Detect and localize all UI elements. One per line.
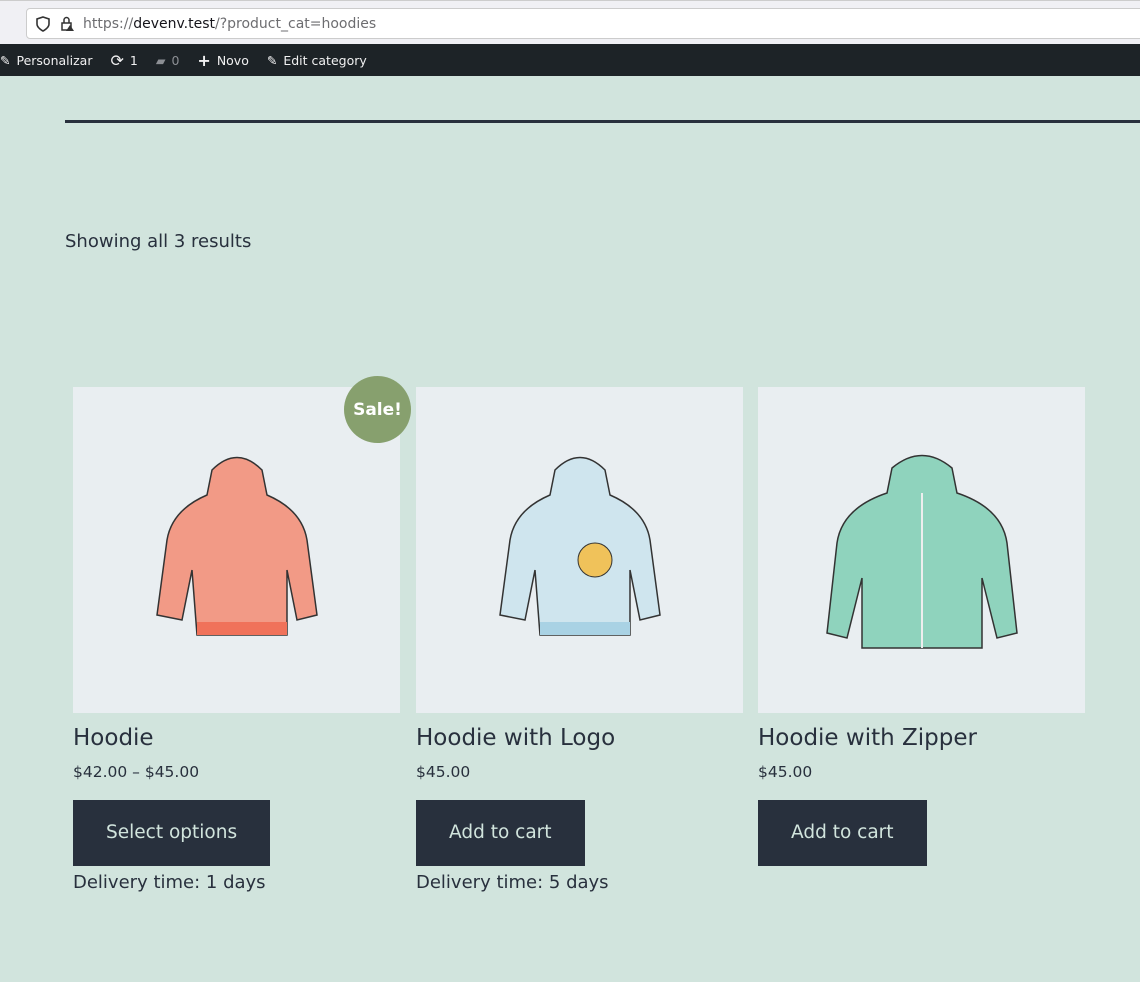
product-card: Hoodie $42.00 – $45.00 Select options De… xyxy=(73,387,400,893)
admin-bar: ✎ Personalizar ⟳ 1 ▰ 0 + Novo ✎ Edit category xyxy=(0,44,1140,76)
address-bar[interactable]: https://devenv.test/?product_cat=hoodies xyxy=(26,8,1140,39)
delivery-time: Delivery time: 1 days xyxy=(73,872,266,893)
product-card: Hoodie with Zipper $45.00 Add to cart xyxy=(758,387,1085,866)
browser-toolbar: https://devenv.test/?product_cat=hoodies xyxy=(0,0,1140,44)
product-title[interactable]: Hoodie with Zipper xyxy=(758,725,1085,755)
lock-warning-icon xyxy=(61,16,74,31)
result-count: Showing all 3 results xyxy=(65,231,252,252)
plus-icon: + xyxy=(197,50,211,70)
add-to-cart-button[interactable]: Add to cart xyxy=(758,800,927,866)
comment-icon: ▰ xyxy=(155,52,166,68)
hoodie-image xyxy=(498,456,661,636)
product-price: $42.00 – $45.00 xyxy=(73,763,200,781)
customize-link[interactable]: ✎ Personalizar xyxy=(0,53,92,68)
new-label: Novo xyxy=(216,52,249,68)
updates-icon: ⟳ xyxy=(110,50,124,70)
product-title[interactable]: Hoodie xyxy=(73,725,400,755)
new-link[interactable]: + Novo xyxy=(197,51,248,70)
product-price: $45.00 xyxy=(416,763,471,781)
sale-badge: Sale! xyxy=(344,376,411,443)
delivery-time: Delivery time: 5 days xyxy=(416,872,609,893)
updates-count: 1 xyxy=(129,52,138,68)
url-scheme: https:// xyxy=(83,15,134,32)
separator xyxy=(65,120,1140,123)
product-card: Hoodie with Logo $45.00 Add to cart Deli… xyxy=(416,387,743,893)
url-host: devenv.test xyxy=(133,15,215,32)
add-to-cart-button[interactable]: Add to cart xyxy=(416,800,585,866)
customize-label: Personalizar xyxy=(16,52,93,68)
product-title[interactable]: Hoodie with Logo xyxy=(416,725,743,755)
comments-link[interactable]: ▰ 0 xyxy=(156,53,180,68)
product-image[interactable] xyxy=(73,387,400,713)
hoodie-image xyxy=(825,454,1018,649)
hoodie-image xyxy=(155,456,318,636)
shield-icon xyxy=(36,15,50,32)
product-image[interactable] xyxy=(758,387,1085,713)
brush-icon: ✎ xyxy=(0,52,11,68)
comments-count: 0 xyxy=(171,52,180,68)
updates-link[interactable]: ⟳ 1 xyxy=(110,51,137,70)
product-image[interactable] xyxy=(416,387,743,713)
pencil-icon: ✎ xyxy=(266,52,278,68)
edit-label: Edit category xyxy=(283,52,367,68)
edit-category-link[interactable]: ✎ Edit category xyxy=(267,53,367,68)
select-options-button[interactable]: Select options xyxy=(73,800,271,866)
product-price: $45.00 xyxy=(758,763,813,781)
url-path: /?product_cat=hoodies xyxy=(215,15,377,32)
